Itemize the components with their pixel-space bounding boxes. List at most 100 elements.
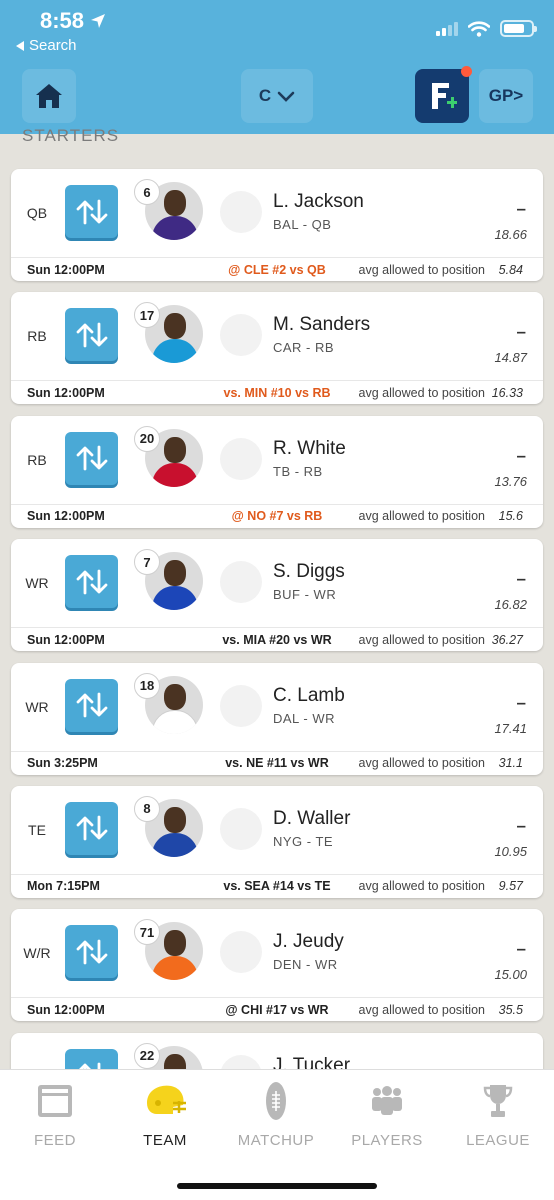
player-name[interactable]: J. Jeudy xyxy=(273,931,344,953)
roster-slot-label: RB xyxy=(27,328,47,345)
battery-icon xyxy=(500,20,537,37)
tab-players[interactable]: PLAYERS xyxy=(332,1080,442,1149)
matchup-footer: Mon 7:15PM vs. SEA #14 vs TE avg allowed… xyxy=(11,873,543,898)
tab-feed-label: FEED xyxy=(33,1132,76,1149)
player-points: – xyxy=(516,815,526,835)
swap-player-button[interactable] xyxy=(65,678,118,732)
giants-logo xyxy=(220,807,262,850)
player-team-position: TB - RB xyxy=(273,463,323,479)
status-time: 8:58 xyxy=(40,8,106,34)
player-rank-badge: 6 xyxy=(134,179,160,205)
feed-icon xyxy=(38,1085,72,1117)
panthers-logo xyxy=(220,314,262,357)
avg-allowed-label: avg allowed to position xyxy=(358,385,485,400)
status-icons xyxy=(436,20,537,37)
cellular-signal-icon xyxy=(436,21,458,36)
swap-arrows-icon xyxy=(76,199,107,224)
player-points: – xyxy=(516,692,526,712)
players-icon xyxy=(372,1086,402,1115)
swap-arrows-icon xyxy=(76,939,107,965)
player-card[interactable]: TE 8 D. Waller NYG - TE – 10.95 Mon 7:15… xyxy=(11,785,543,898)
tab-league-label: LEAGUE xyxy=(466,1132,530,1149)
roster-slot-label: WR xyxy=(25,698,49,715)
matchup-footer: Sun 12:00PM @ CLE #2 vs QB avg allowed t… xyxy=(11,257,543,281)
player-team-position: CAR - RB xyxy=(273,340,335,356)
player-card[interactable]: WR 18 C. Lamb DAL - WR – 17.41 Sun 3:25P… xyxy=(11,662,543,775)
gp-label: GP> xyxy=(488,86,524,105)
avg-allowed-value: 31.1 xyxy=(498,756,523,771)
matchup-footer: Sun 3:25PM vs. NE #11 vs WR avg allowed … xyxy=(11,750,543,775)
swap-arrows-icon xyxy=(76,569,107,595)
tab-matchup-label: MATCHUP xyxy=(237,1132,315,1149)
roster-slot-label: TE xyxy=(28,821,46,838)
tab-feed[interactable]: FEED xyxy=(0,1080,110,1149)
player-name[interactable]: L. Jackson xyxy=(273,191,364,213)
player-name[interactable]: M. Sanders xyxy=(273,314,370,336)
bills-logo xyxy=(220,561,262,604)
fantasy-plus-logo-icon xyxy=(432,83,457,109)
player-name[interactable]: D. Waller xyxy=(273,808,350,830)
player-points: – xyxy=(516,199,526,218)
gp-button[interactable]: GP> xyxy=(479,69,533,123)
chevron-down-icon xyxy=(277,91,295,102)
player-rank-badge: 8 xyxy=(134,795,160,822)
player-card[interactable]: WR 7 S. Diggs BUF - WR – 16.82 Sun 12:00… xyxy=(11,539,543,652)
roster-slot-label: QB xyxy=(26,205,48,221)
player-card[interactable]: QB 6 L. Jackson BAL - QB – 18.66 Sun 12:… xyxy=(11,169,543,281)
player-rank-badge: 22 xyxy=(134,1042,160,1069)
player-team-position: NYG - TE xyxy=(273,833,334,849)
tab-players-label: PLAYERS xyxy=(351,1132,423,1149)
swap-arrows-icon xyxy=(76,445,107,471)
roster-slot-label: W/R xyxy=(23,945,51,962)
avg-allowed-label: avg allowed to position xyxy=(358,756,485,771)
swap-arrows-icon xyxy=(76,692,107,718)
player-name[interactable]: S. Diggs xyxy=(273,561,345,583)
avg-allowed-value: 5.84 xyxy=(498,262,523,277)
matchup-footer: Sun 12:00PM @ CHI #17 vs WR avg allowed … xyxy=(11,997,543,1021)
player-team-position: BAL - QB xyxy=(273,217,332,232)
swap-player-button[interactable] xyxy=(65,431,118,485)
avg-allowed-value: 36.27 xyxy=(491,632,523,647)
player-card[interactable]: RB 20 R. White TB - RB – 13.76 Sun 12:00… xyxy=(11,415,543,528)
avg-allowed-label: avg allowed to position xyxy=(358,632,485,647)
fantasy-plus-button[interactable] xyxy=(415,66,472,123)
player-card[interactable]: RB 17 M. Sanders CAR - RB – 14.87 Sun 12… xyxy=(11,292,543,405)
tab-matchup[interactable]: MATCHUP xyxy=(221,1080,331,1149)
avg-allowed-label: avg allowed to position xyxy=(358,509,485,524)
house-icon xyxy=(36,84,62,108)
back-search-label: Search xyxy=(29,37,77,54)
trophy-icon xyxy=(483,1085,513,1117)
matchup-footer: Sun 12:00PM vs. MIN #10 vs RB avg allowe… xyxy=(11,380,543,404)
tab-team[interactable]: TEAM xyxy=(110,1080,220,1149)
player-team-position: BUF - WR xyxy=(273,587,337,603)
roster-slot-label: RB xyxy=(27,451,47,468)
player-projection: 14.87 xyxy=(494,350,527,366)
back-triangle-icon xyxy=(16,40,24,51)
player-name[interactable]: C. Lamb xyxy=(273,685,345,707)
team-selector-dropdown[interactable]: C xyxy=(241,69,313,123)
swap-arrows-icon xyxy=(76,322,107,348)
ravens-logo xyxy=(220,191,262,233)
swap-player-button[interactable] xyxy=(65,925,118,979)
player-projection: 13.76 xyxy=(494,473,527,489)
swap-player-button[interactable] xyxy=(65,555,118,609)
tab-league[interactable]: LEAGUE xyxy=(443,1080,553,1149)
swap-player-button[interactable] xyxy=(65,308,118,362)
helmet-icon xyxy=(147,1085,186,1114)
back-to-search-link[interactable]: Search xyxy=(16,37,77,54)
player-name[interactable]: R. White xyxy=(273,438,346,460)
swap-player-button[interactable] xyxy=(65,185,118,238)
matchup-footer: Sun 12:00PM vs. MIA #20 vs WR avg allowe… xyxy=(11,627,543,651)
avg-allowed-label: avg allowed to position xyxy=(358,879,485,894)
player-points: – xyxy=(516,445,526,465)
starters-list: QB 6 L. Jackson BAL - QB – 18.66 Sun 12:… xyxy=(11,169,543,1156)
player-projection: 17.41 xyxy=(494,720,527,736)
clock-text: 8:58 xyxy=(40,8,85,33)
swap-player-button[interactable] xyxy=(65,801,118,855)
home-button[interactable] xyxy=(22,69,76,123)
player-card[interactable]: W/R 71 J. Jeudy DEN - WR – 15.00 Sun 12:… xyxy=(11,909,543,1022)
avg-allowed-value: 9.57 xyxy=(498,879,523,894)
buccaneers-logo xyxy=(220,437,262,480)
player-points: – xyxy=(516,939,526,959)
matchup-footer: Sun 12:00PM @ NO #7 vs RB avg allowed to… xyxy=(11,503,543,528)
